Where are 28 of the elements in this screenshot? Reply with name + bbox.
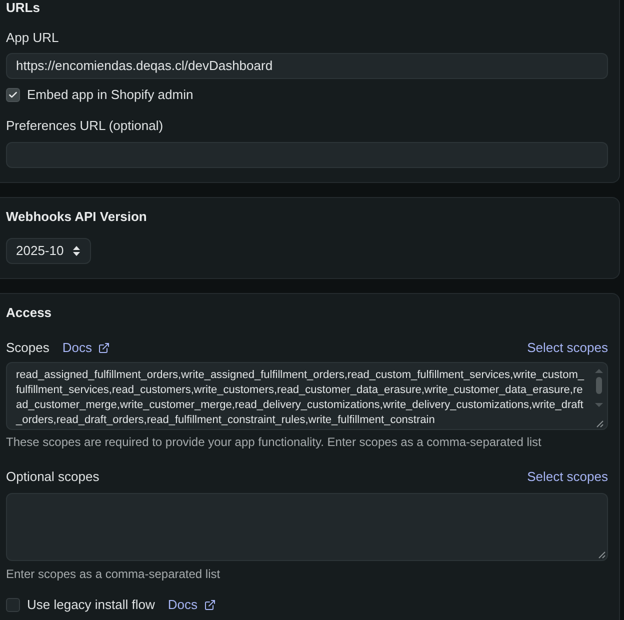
resize-handle-icon[interactable] [594, 419, 604, 428]
resize-handle-icon[interactable] [597, 550, 606, 559]
section-heading: Webhooks API Version [6, 209, 148, 225]
docs-link[interactable]: Docs [62, 340, 110, 356]
field-label: Optional scopes [6, 469, 100, 485]
scopes-textarea[interactable]: read_assigned_fulfillment_orders,write_assigned_fulfillment_orders,read_custom_fulfillment_services,write_custom_fulfillment_services,read_customers,write_customers,read_customer_data_erasure,write_customer_data_erasure,read_customer_merge,write_customer_merge,read_delivery_customizations,write_delivery_customizations,write_draft_orders,read_draft_orders,read_fulfillment_constraint_rules,write_fulfillment_constrain [6, 362, 608, 430]
check-icon [8, 90, 18, 100]
app-url-field[interactable]: https://encomiendas.deqas.cl/devDashboard [6, 53, 608, 79]
version-select[interactable]: 2025-10 [6, 238, 91, 264]
help-text: These scopes are required to provide your app functionality. Enter scopes as a comma-separated list [6, 435, 542, 449]
help-text: Enter scopes as a comma-separated list [6, 567, 222, 581]
field-label: Preferences URL (optional) [6, 118, 164, 134]
select-scopes-link[interactable]: Select scopes [527, 469, 608, 485]
external-link-icon [98, 342, 110, 354]
docs-link[interactable]: Docs [168, 597, 216, 613]
section-heading: URLs [6, 0, 41, 16]
preferences-url-field[interactable] [6, 142, 608, 168]
select-scopes-link[interactable]: Select scopes [527, 340, 608, 356]
section-heading: Access [6, 305, 53, 321]
field-label: Scopes [6, 340, 50, 356]
checkbox-label: Embed app in Shopify admin [27, 87, 194, 103]
external-link-icon [204, 599, 216, 611]
up-down-caret-icon [73, 246, 80, 256]
checkbox[interactable] [6, 88, 20, 102]
checkbox-label: Use legacy install flow [27, 597, 155, 613]
scrollbar[interactable] [594, 368, 604, 410]
checkbox[interactable] [6, 598, 20, 612]
field-label: App URL [6, 30, 59, 46]
